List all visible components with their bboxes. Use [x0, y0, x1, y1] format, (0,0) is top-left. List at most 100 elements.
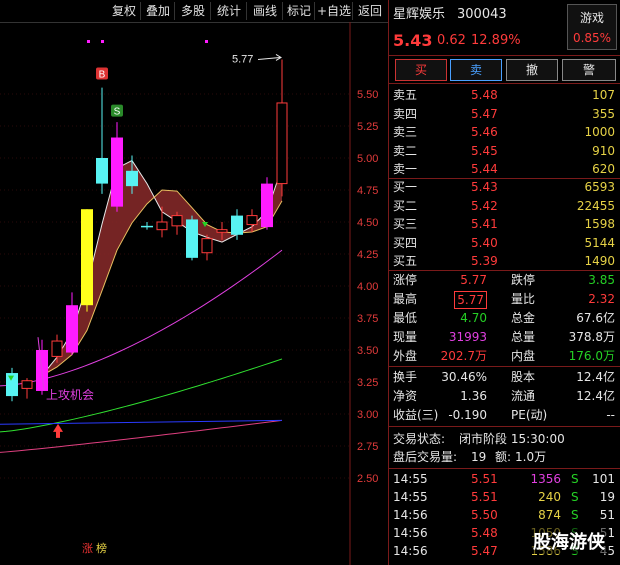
- multi-stock-button[interactable]: 多股: [176, 2, 211, 20]
- bid-row[interactable]: 买一 5.43 6593: [389, 178, 620, 197]
- candle-body: [186, 219, 198, 258]
- stat-label: 涨停: [393, 273, 418, 287]
- bid-volume: 22455: [576, 198, 615, 213]
- buy-button[interactable]: 买: [395, 59, 447, 81]
- candle: [96, 87, 108, 194]
- statistics-button[interactable]: 统计: [212, 2, 247, 20]
- ask-row[interactable]: 卖一 5.44 620: [389, 160, 620, 179]
- candle: [36, 339, 48, 395]
- bid-price: 5.39: [471, 254, 498, 268]
- candle-body: [126, 170, 138, 187]
- ask-price: 5.48: [471, 88, 498, 102]
- quote-stat-row: 最高 5.77 量比 2.32: [389, 290, 620, 309]
- y-tick-label: 3.00: [357, 409, 378, 421]
- stat-value: 5.77: [454, 291, 487, 309]
- bid-row[interactable]: 买五 5.39 1490: [389, 252, 620, 271]
- candle-body: [51, 340, 63, 357]
- mark-button[interactable]: 标记: [284, 2, 315, 20]
- stat-label: 跌停: [511, 273, 536, 287]
- candle-body: [156, 221, 168, 231]
- candle: [171, 211, 183, 235]
- price-change-pct: 12.89%: [471, 33, 521, 48]
- tick-side: S: [571, 508, 579, 522]
- tick-time: 14:56: [393, 526, 428, 540]
- trade-status-row: 交易状态: 闭市阶段 15:30:00: [389, 430, 620, 449]
- stat-label: 流通: [511, 389, 536, 403]
- candle: [141, 222, 153, 230]
- stat-label: 总量: [511, 330, 536, 344]
- bid-label: 买一: [393, 180, 418, 194]
- ranking-marker: 榜: [96, 541, 107, 555]
- ask-row[interactable]: 卖五 5.48 107: [389, 86, 620, 105]
- bid-row[interactable]: 买三 5.41 1598: [389, 215, 620, 234]
- stat-label: 内盘: [511, 349, 536, 363]
- ask-label: 卖一: [393, 162, 418, 176]
- tick-time: 14:56: [393, 508, 428, 522]
- stat-value: 4.70: [460, 311, 487, 325]
- ask-row[interactable]: 卖三 5.46 1000: [389, 123, 620, 142]
- sell-marker-label: S: [114, 107, 121, 118]
- limit-up-marker: 涨: [82, 542, 93, 555]
- fuquan-button[interactable]: 复权: [108, 2, 141, 20]
- candle: [21, 378, 33, 399]
- stat-label: 总金: [511, 311, 536, 325]
- alert-button[interactable]: 警: [562, 59, 616, 81]
- back-button[interactable]: 返回: [354, 2, 386, 20]
- ask-volume: 910: [592, 143, 615, 158]
- overlay-button[interactable]: 叠加: [142, 2, 175, 20]
- bid-label: 买四: [393, 235, 418, 250]
- cancel-order-button[interactable]: 撤: [506, 59, 558, 81]
- ask-volume: 620: [592, 162, 615, 176]
- candle-body: [201, 238, 213, 254]
- y-tick-label: 3.25: [357, 377, 378, 389]
- quote-panel: 星辉娱乐 300043 游戏 0.85% 5.43 0.62 12.89% 买 …: [388, 0, 620, 565]
- y-tick-label: 2.50: [357, 473, 378, 485]
- ask-label: 卖五: [393, 88, 418, 102]
- ask-price: 5.45: [471, 143, 498, 158]
- signal-dot: [101, 40, 104, 43]
- tick-row: 14:56 5.50 874 S 51: [389, 506, 620, 525]
- bid-row[interactable]: 买二 5.42 22455: [389, 197, 620, 216]
- stat-value: 67.6亿: [576, 311, 615, 325]
- high-arrow: [257, 56, 281, 60]
- ask-volume: 355: [592, 106, 615, 121]
- stat-value: 12.4亿: [576, 389, 615, 403]
- stat-value: 378.8万: [568, 330, 615, 344]
- ma120-line: [0, 419, 283, 453]
- candle: [186, 215, 198, 261]
- bid-row[interactable]: 买四 5.40 5144: [389, 234, 620, 253]
- y-tick-label: 4.75: [357, 185, 378, 197]
- ask-label: 卖二: [393, 143, 418, 158]
- ask-row[interactable]: 卖二 5.45 910: [389, 142, 620, 161]
- candle-body: [171, 215, 183, 227]
- bid-price: 5.40: [471, 235, 498, 250]
- stat-label: 外盘: [393, 349, 418, 363]
- stat-label: PE(动): [511, 408, 548, 422]
- draw-line-button[interactable]: 画线: [248, 2, 283, 20]
- watermark: 股海游侠: [529, 528, 609, 554]
- stat-label: 股本: [511, 370, 536, 384]
- y-tick-label: 2.75: [357, 441, 378, 453]
- candle-body: [96, 158, 108, 184]
- ask-volume: 107: [592, 88, 615, 102]
- candle: [201, 234, 213, 261]
- bid-price: 5.43: [471, 180, 498, 194]
- tick-count: 51: [599, 508, 615, 522]
- stock-code: 300043: [457, 7, 507, 22]
- ask-label: 卖三: [393, 125, 418, 139]
- candle-body: [216, 229, 228, 233]
- after-hours-label: 盘后交易量:: [393, 450, 458, 464]
- bid-label: 买五: [393, 254, 418, 268]
- add-watchlist-button[interactable]: +自选: [316, 2, 353, 20]
- ask-row[interactable]: 卖四 5.47 355: [389, 105, 620, 124]
- tick-volume: 1356: [530, 472, 561, 486]
- tick-volume: 874: [538, 508, 561, 522]
- high-price-label: 5.77: [232, 53, 253, 65]
- candle-body: [246, 215, 258, 226]
- sell-button[interactable]: 卖: [450, 59, 502, 81]
- kline-chart[interactable]: 5.50 5.25 5.00 4.75 4.50 4.25 4.00 3.75 3.50 3.25…: [0, 22, 388, 565]
- ma250-line: [0, 419, 283, 425]
- y-tick-label: 4.00: [357, 281, 378, 293]
- tick-price: 5.51: [471, 490, 498, 504]
- annotation-label: 上攻机会: [46, 388, 94, 402]
